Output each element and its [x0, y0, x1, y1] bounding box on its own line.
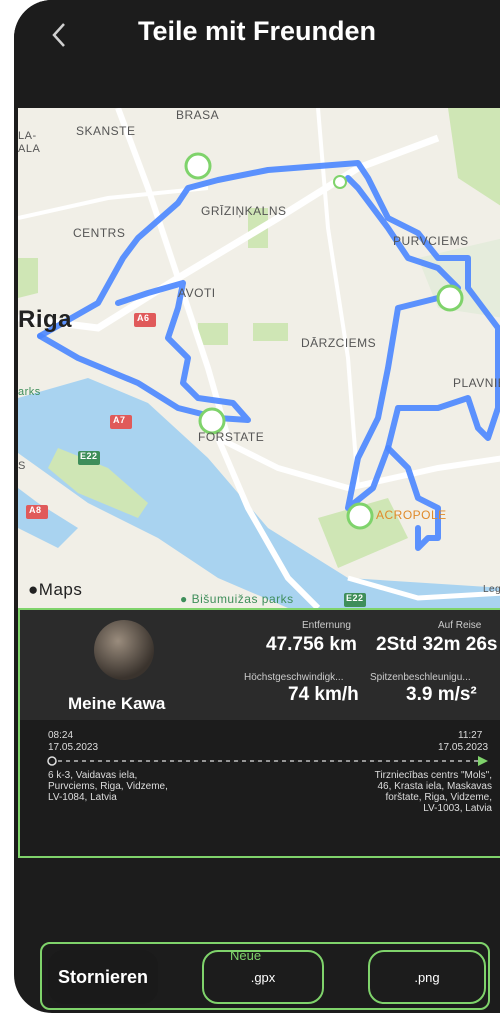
- trip-timeline: [47, 756, 488, 766]
- export-png-button[interactable]: .png: [368, 950, 486, 1004]
- apple-logo-icon: ●: [28, 580, 39, 599]
- map-label: GRĪZIŅKALNS: [201, 204, 287, 218]
- start-time: 08:24: [48, 730, 74, 741]
- cancel-button[interactable]: Stornieren: [48, 950, 158, 1004]
- map-label: S: [18, 460, 26, 472]
- export-gpx-button[interactable]: .gpx: [202, 950, 324, 1004]
- share-action-bar: Stornieren .gpx .png: [40, 942, 490, 1010]
- avatar: [94, 620, 154, 680]
- end-time: 11:27: [458, 730, 483, 741]
- map-label: BRASA: [176, 108, 220, 122]
- map-label: PLAVNIEKI: [453, 376, 500, 390]
- map-label: arks: [18, 386, 41, 398]
- map-label: CENTRS: [73, 226, 126, 240]
- map-label: LA-: [18, 130, 37, 142]
- end-date: 17.05.2023: [438, 742, 489, 753]
- road-shield-a7: A7: [113, 415, 126, 425]
- road-shield-e22: E22: [80, 451, 98, 461]
- vehicle-name: Meine Kawa: [68, 694, 166, 713]
- legal-link[interactable]: Legal: [483, 584, 500, 595]
- road-shield-e22-b: E22: [346, 593, 364, 603]
- start-address-line: LV-1084, Latvia: [48, 792, 117, 803]
- road-shield-a6: A6: [137, 313, 150, 323]
- new-badge: Neue: [230, 948, 262, 963]
- map-label: ALA: [18, 143, 41, 155]
- distance-value: 47.756 km: [266, 634, 357, 655]
- map-label-park: ● Bišumuižas parks: [180, 592, 294, 606]
- apple-maps-logo: ●Maps: [28, 580, 82, 600]
- park-icon: ●: [180, 592, 192, 606]
- map-canvas: [18, 108, 500, 608]
- end-address-line: 46, Krasta iela, Maskavas: [377, 781, 493, 792]
- map-label: FORSTATE: [198, 430, 265, 444]
- top-speed-value: 74 km/h: [288, 684, 359, 705]
- end-address-line: LV-1003, Latvia: [423, 803, 492, 814]
- top-speed-label: Höchstgeschwindigk...: [244, 672, 344, 683]
- duration-value: 2Std 32m 26s: [376, 634, 498, 655]
- map-label-riga: Riga: [18, 306, 73, 333]
- start-address-line: Purvciems, Riga, Vidzeme,: [48, 781, 168, 792]
- trip-summary-card: Meine Kawa Entfernung 47.756 km Auf Reis…: [18, 608, 500, 858]
- road-shield-a8: A8: [29, 505, 42, 515]
- peak-accel-label: Spitzenbeschleunigu...: [370, 672, 471, 683]
- map-label: SKANSTE: [76, 124, 136, 138]
- map-label: AVOTI: [178, 286, 216, 300]
- map-label: PURVCIEMS: [393, 234, 469, 248]
- end-address-line: Tirzniecības centrs "Mols",: [374, 770, 492, 781]
- start-date: 17.05.2023: [48, 742, 99, 753]
- route-map[interactable]: BRASA SKANSTE CENTRS GRĪZIŅKALNS AVOTI R…: [18, 108, 500, 608]
- map-label: ACROPOLE: [376, 508, 447, 522]
- duration-label: Auf Reise: [438, 620, 482, 631]
- maps-text: Maps: [38, 580, 83, 599]
- peak-accel-value: 3.9 m/s²: [406, 684, 477, 705]
- page-title: Teile mit Freunden: [137, 16, 377, 46]
- map-label: DĀRZCIEMS: [301, 336, 377, 350]
- header: Teile mit Freunden: [14, 0, 500, 108]
- trip-stats-panel: Meine Kawa Entfernung 47.756 km Auf Reis…: [20, 610, 500, 720]
- end-address-line: forštate, Riga, Vidzeme,: [385, 792, 492, 803]
- start-address-line: 6 k-3, Vaidavas iela,: [48, 770, 138, 781]
- phone-screen: Teile mit Freunden BRASA SKANSTE CENTRS …: [14, 0, 500, 1013]
- distance-label: Entfernung: [302, 620, 351, 631]
